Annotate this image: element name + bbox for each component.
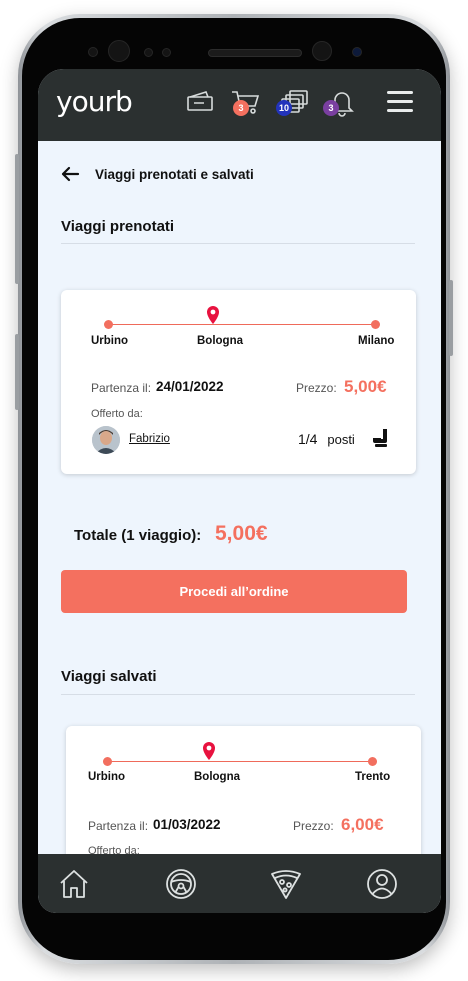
proceed-to-order-button[interactable]: Procedi all’ordine [61,570,407,613]
route-start-dot [104,320,113,329]
departure-label: Partenza il: [88,819,149,833]
avatar[interactable] [92,426,120,454]
messages-icon[interactable]: 10 [276,87,310,117]
departure-date: 24/01/2022 [156,379,224,394]
trip-price: 6,00€ [341,815,384,834]
departure-label: Partenza il: [91,381,152,395]
total-value: 5,00€ [215,522,268,545]
bottom-navigation [38,854,441,913]
trip-price: 5,00€ [344,377,387,396]
price-label: Prezzo: [293,819,334,833]
departure-date: 01/03/2022 [153,817,221,832]
location-pin-icon [207,306,219,324]
total-label: Totale (1 viaggio): [74,527,202,544]
back-arrow-icon[interactable] [60,164,80,184]
sensor [144,48,153,57]
via-city: Bologna [194,771,240,783]
cart-badge: 3 [233,100,249,116]
volume-button [15,154,19,284]
route-end-dot [371,320,380,329]
notifications-badge: 3 [323,100,339,116]
route-end-dot [368,757,377,766]
location-pin-icon [203,742,215,760]
app-logo[interactable]: yourb [56,85,133,118]
cart-icon[interactable]: 3 [230,87,260,117]
back-navigation[interactable]: Viaggi prenotati e salvati [60,163,254,185]
price-label: Prezzo: [296,381,337,395]
seats-count: 1/4 posti [298,431,355,447]
route-line [107,761,375,762]
power-button [449,280,453,356]
speaker-grill [208,49,302,57]
sensor [88,47,98,57]
app-header: yourb 3 10 3 [38,69,441,141]
front-camera [312,41,332,61]
user-icon[interactable] [365,867,399,901]
page-title: Viaggi prenotati e salvati [95,166,254,182]
destination-city: Milano [358,335,395,347]
bixby-button [15,334,19,410]
divider [61,243,415,244]
booked-section-title: Viaggi prenotati [61,218,175,235]
wallet-icon[interactable] [185,87,215,117]
home-icon[interactable] [57,867,91,901]
driver-name-link[interactable]: Fabrizio [129,433,170,445]
iris-camera [108,40,130,62]
hamburger-menu-icon[interactable] [387,91,413,113]
offered-by-label: Offerto da: [91,408,143,420]
app-screen: yourb 3 10 3 Viaggi prenotati e salvati … [38,69,441,913]
booked-trip-card[interactable]: Urbino Bologna Milano Partenza il: 24/01… [61,290,416,474]
seats-value: 1/4 [298,431,318,447]
route-start-dot [103,757,112,766]
destination-city: Trento [355,771,391,783]
sensor [352,47,362,57]
seats-label: posti [327,432,355,447]
sensor [162,48,171,57]
bell-icon[interactable]: 3 [323,87,357,117]
via-city: Bologna [197,335,243,347]
pizza-icon[interactable] [269,867,303,901]
route-line [108,324,376,325]
origin-city: Urbino [91,335,129,347]
origin-city: Urbino [88,771,126,783]
steering-wheel-icon[interactable] [164,867,198,901]
divider [61,694,415,695]
saved-section-title: Viaggi salvati [61,668,157,685]
seat-icon [373,429,387,447]
messages-badge: 10 [276,100,292,116]
